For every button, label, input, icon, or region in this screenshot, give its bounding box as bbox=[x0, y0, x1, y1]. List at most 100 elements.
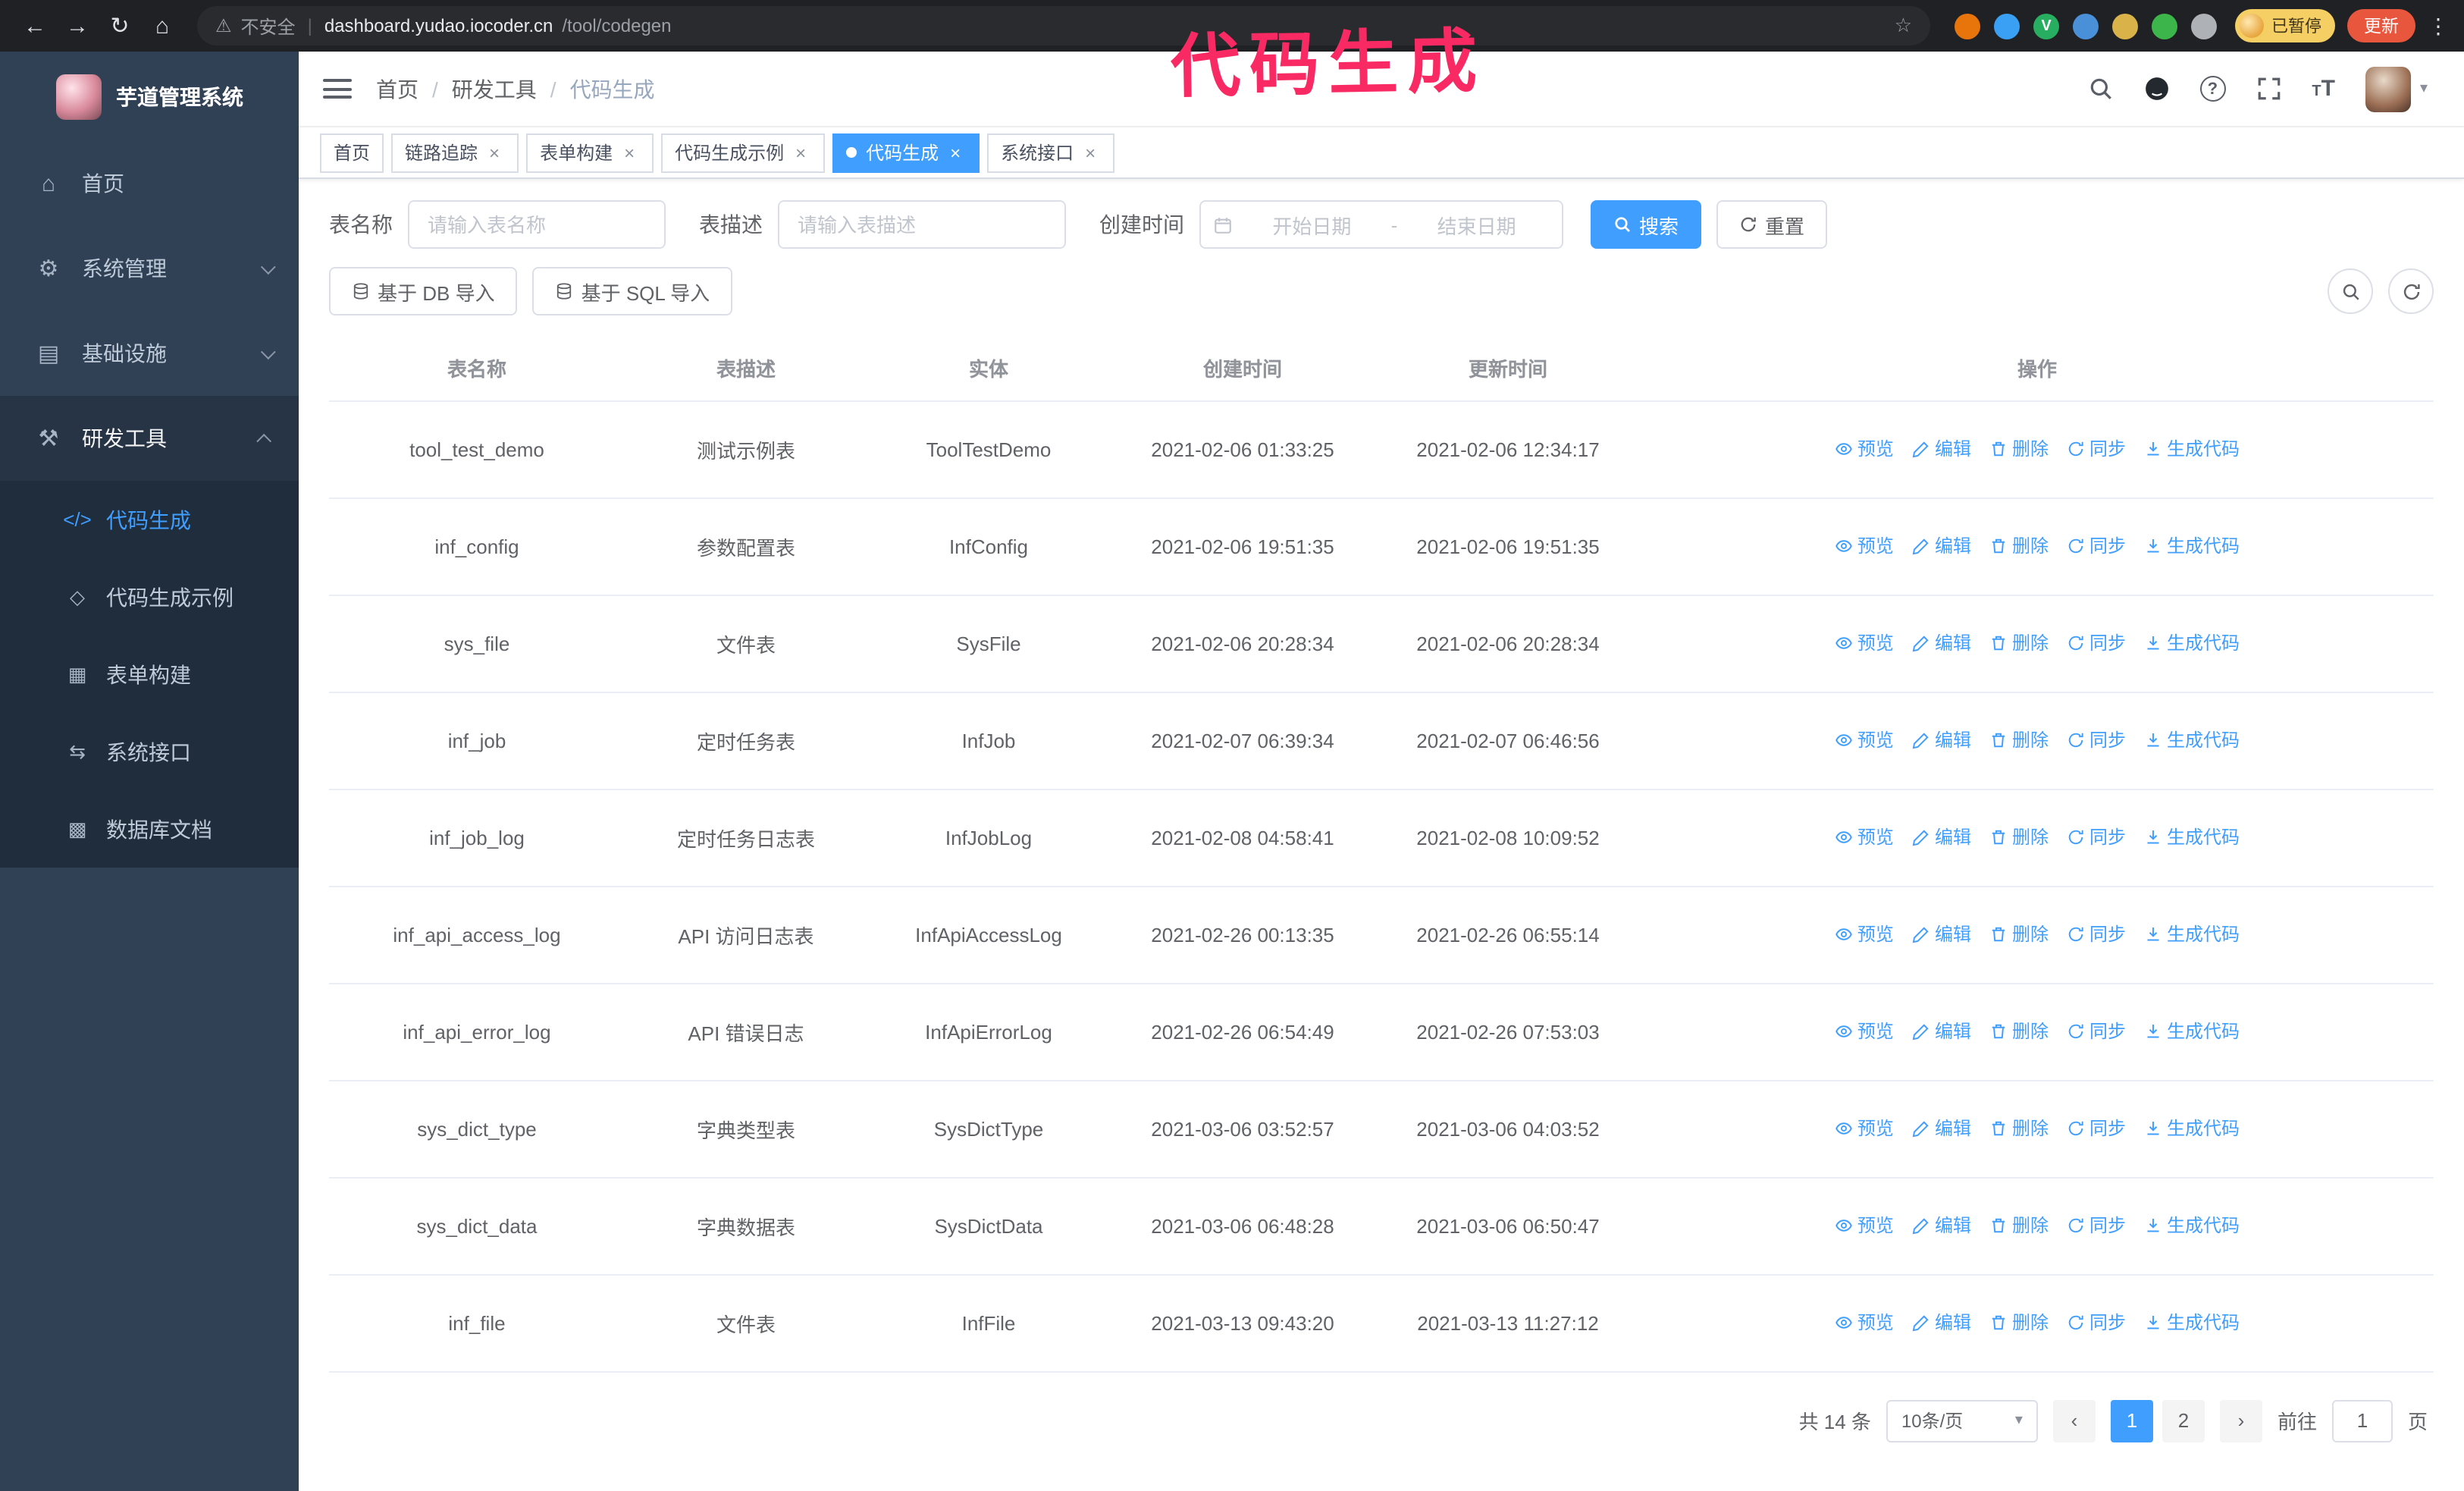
action-generate[interactable]: 生成代码 bbox=[2144, 533, 2240, 559]
action-edit[interactable]: 编辑 bbox=[1912, 727, 1971, 753]
action-edit[interactable]: 编辑 bbox=[1912, 1310, 1971, 1336]
blue-drop-extension-icon[interactable] bbox=[1994, 13, 2020, 39]
tab-codegen-example[interactable]: 代码生成示例 × bbox=[661, 133, 826, 172]
sidebar-item-system[interactable]: ⚙ 系统管理 bbox=[0, 226, 299, 311]
collapse-menu-icon[interactable] bbox=[323, 79, 352, 99]
action-edit[interactable]: 编辑 bbox=[1912, 1213, 1971, 1238]
prev-page-button[interactable]: ‹ bbox=[2052, 1399, 2096, 1442]
breadcrumb-item[interactable]: 研发工具 bbox=[452, 74, 537, 104]
action-preview[interactable]: 预览 bbox=[1835, 824, 1894, 850]
tab-system-api[interactable]: 系统接口 × bbox=[987, 133, 1115, 172]
profile-chip[interactable]: 已暂停 bbox=[2235, 9, 2335, 42]
action-edit[interactable]: 编辑 bbox=[1912, 630, 1971, 656]
action-edit[interactable]: 编辑 bbox=[1912, 1116, 1971, 1141]
action-generate[interactable]: 生成代码 bbox=[2144, 824, 2240, 850]
action-delete[interactable]: 删除 bbox=[1989, 727, 2049, 753]
action-generate[interactable]: 生成代码 bbox=[2144, 1310, 2240, 1336]
action-edit[interactable]: 编辑 bbox=[1912, 921, 1971, 947]
tab-home[interactable]: 首页 × bbox=[320, 133, 384, 172]
search-icon[interactable] bbox=[2087, 76, 2113, 102]
action-edit[interactable]: 编辑 bbox=[1912, 436, 1971, 462]
action-generate[interactable]: 生成代码 bbox=[2144, 630, 2240, 656]
action-delete[interactable]: 删除 bbox=[1989, 921, 2049, 947]
action-preview[interactable]: 预览 bbox=[1835, 630, 1894, 656]
action-sync[interactable]: 同步 bbox=[2067, 1019, 2126, 1044]
fullscreen-icon[interactable] bbox=[2256, 76, 2281, 102]
action-delete[interactable]: 删除 bbox=[1989, 436, 2049, 462]
browser-home-icon[interactable]: ⌂ bbox=[143, 6, 182, 46]
action-delete[interactable]: 删除 bbox=[1989, 1310, 2049, 1336]
toggle-search-icon[interactable] bbox=[2328, 268, 2373, 314]
action-delete[interactable]: 删除 bbox=[1989, 1213, 2049, 1238]
refresh-table-icon[interactable] bbox=[2388, 268, 2434, 314]
back-icon[interactable]: ← bbox=[15, 6, 55, 46]
action-preview[interactable]: 预览 bbox=[1835, 436, 1894, 462]
github-icon[interactable] bbox=[2143, 76, 2169, 102]
action-sync[interactable]: 同步 bbox=[2067, 1213, 2126, 1238]
page-size-select[interactable]: 10条/页 ▾ bbox=[1886, 1399, 2038, 1442]
action-generate[interactable]: 生成代码 bbox=[2144, 1116, 2240, 1141]
bookmark-star-icon[interactable]: ☆ bbox=[1895, 14, 1912, 38]
leaf-extension-icon[interactable] bbox=[2152, 13, 2177, 39]
action-sync[interactable]: 同步 bbox=[2067, 727, 2126, 753]
action-preview[interactable]: 预览 bbox=[1835, 1213, 1894, 1238]
action-preview[interactable]: 预览 bbox=[1835, 1310, 1894, 1336]
action-sync[interactable]: 同步 bbox=[2067, 436, 2126, 462]
import-sql-button[interactable]: 基于 SQL 导入 bbox=[532, 267, 733, 315]
action-sync[interactable]: 同步 bbox=[2067, 921, 2126, 947]
sidebar-subitem-codegen[interactable]: </> 代码生成 bbox=[0, 481, 299, 558]
action-delete[interactable]: 删除 bbox=[1989, 533, 2049, 559]
font-size-icon[interactable]: TT bbox=[2312, 76, 2335, 102]
help-icon[interactable]: ? bbox=[2199, 76, 2226, 102]
action-sync[interactable]: 同步 bbox=[2067, 533, 2126, 559]
sidebar-item-devtools[interactable]: ⚒ 研发工具 bbox=[0, 396, 299, 481]
people-extension-icon[interactable] bbox=[2073, 13, 2099, 39]
close-icon[interactable]: × bbox=[945, 142, 966, 163]
action-preview[interactable]: 预览 bbox=[1835, 727, 1894, 753]
action-generate[interactable]: 生成代码 bbox=[2144, 436, 2240, 462]
action-generate[interactable]: 生成代码 bbox=[2144, 1019, 2240, 1044]
search-button[interactable]: 搜索 bbox=[1591, 200, 1702, 249]
puzzle-extension-icon[interactable] bbox=[2191, 13, 2217, 39]
reload-icon[interactable]: ↻ bbox=[100, 6, 140, 46]
action-preview[interactable]: 预览 bbox=[1835, 533, 1894, 559]
action-generate[interactable]: 生成代码 bbox=[2144, 727, 2240, 753]
action-sync[interactable]: 同步 bbox=[2067, 1310, 2126, 1336]
import-db-button[interactable]: 基于 DB 导入 bbox=[329, 267, 518, 315]
tab-codegen[interactable]: 代码生成 × bbox=[832, 133, 980, 172]
action-sync[interactable]: 同步 bbox=[2067, 630, 2126, 656]
sidebar-item-home[interactable]: ⌂ 首页 bbox=[0, 141, 299, 226]
green-check-extension-icon[interactable]: V bbox=[2033, 13, 2059, 39]
action-generate[interactable]: 生成代码 bbox=[2144, 921, 2240, 947]
sidebar-subitem-form-builder[interactable]: ▦ 表单构建 bbox=[0, 636, 299, 713]
date-range-picker[interactable]: 开始日期 - 结束日期 bbox=[1199, 200, 1563, 249]
orange-extension-icon[interactable] bbox=[1955, 13, 1980, 39]
close-icon[interactable]: × bbox=[1080, 142, 1101, 163]
action-delete[interactable]: 删除 bbox=[1989, 824, 2049, 850]
table-name-input[interactable] bbox=[408, 200, 666, 249]
next-page-button[interactable]: › bbox=[2219, 1399, 2262, 1442]
tab-form-builder[interactable]: 表单构建 × bbox=[526, 133, 654, 172]
action-preview[interactable]: 预览 bbox=[1835, 1116, 1894, 1141]
forward-icon[interactable]: → bbox=[58, 6, 97, 46]
card-extension-icon[interactable] bbox=[2112, 13, 2138, 39]
action-preview[interactable]: 预览 bbox=[1835, 921, 1894, 947]
action-preview[interactable]: 预览 bbox=[1835, 1019, 1894, 1044]
sidebar-subitem-db-doc[interactable]: ▩ 数据库文档 bbox=[0, 790, 299, 868]
sidebar-subitem-codegen-example[interactable]: ◇ 代码生成示例 bbox=[0, 558, 299, 636]
table-desc-input[interactable] bbox=[778, 200, 1066, 249]
update-button[interactable]: 更新 bbox=[2347, 9, 2415, 42]
page-button-1[interactable]: 1 bbox=[2110, 1399, 2153, 1442]
close-icon[interactable]: × bbox=[619, 142, 640, 163]
action-edit[interactable]: 编辑 bbox=[1912, 533, 1971, 559]
close-icon[interactable]: × bbox=[484, 142, 505, 163]
action-edit[interactable]: 编辑 bbox=[1912, 1019, 1971, 1044]
user-avatar[interactable]: ▾ bbox=[2365, 66, 2428, 111]
action-sync[interactable]: 同步 bbox=[2067, 1116, 2126, 1141]
breadcrumb-item[interactable]: 首页 bbox=[376, 74, 419, 104]
close-icon[interactable]: × bbox=[790, 142, 811, 163]
page-button-2[interactable]: 2 bbox=[2161, 1399, 2205, 1442]
action-generate[interactable]: 生成代码 bbox=[2144, 1213, 2240, 1238]
sidebar-subitem-system-api[interactable]: ⇆ 系统接口 bbox=[0, 713, 299, 790]
action-sync[interactable]: 同步 bbox=[2067, 824, 2126, 850]
